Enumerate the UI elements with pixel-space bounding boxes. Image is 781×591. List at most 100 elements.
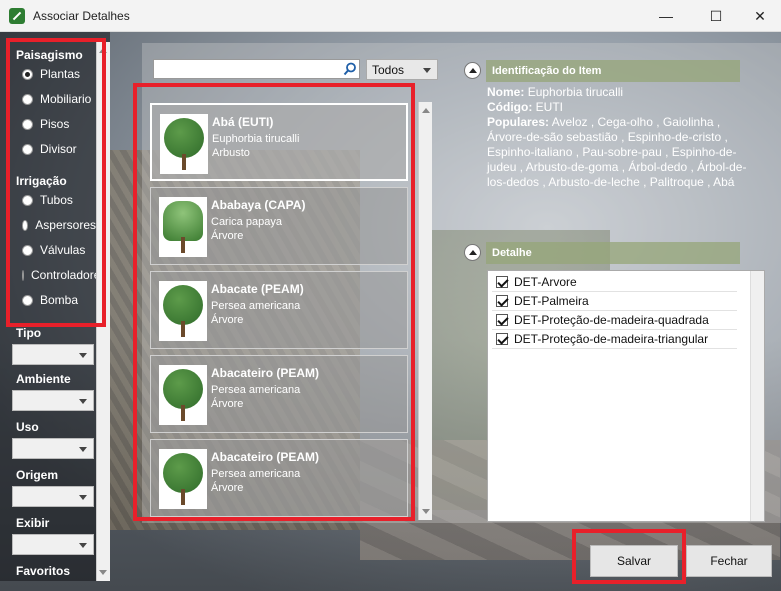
checkbox-checked-icon[interactable] (496, 314, 508, 326)
radio-valvulas[interactable]: Válvulas (22, 243, 85, 257)
radio-icon[interactable] (22, 118, 33, 130)
collapse-identificacao-icon[interactable] (464, 62, 481, 79)
checkbox-checked-icon[interactable] (496, 295, 508, 307)
radio-plantas[interactable]: Plantas (22, 67, 80, 81)
list-item[interactable]: Abacateiro (PEAM) Persea americana Árvor… (150, 355, 408, 433)
item-name: Abacateiro (PEAM) (211, 366, 320, 380)
info-populares: Populares: Aveloz , Cega-olho , Gaiolinh… (487, 115, 747, 189)
list-item[interactable]: Ababaya (CAPA) Carica papaya Árvore (150, 187, 408, 265)
item-kind: Árvore (211, 482, 244, 494)
tipo-select[interactable] (12, 344, 94, 365)
detalhe-header: Detalhe (486, 242, 740, 264)
item-kind: Árvore (211, 314, 244, 326)
canopy-shape (163, 453, 203, 493)
detail-row[interactable]: DET-Arvore (492, 273, 737, 292)
maximize-button[interactable]: ☐ (693, 0, 739, 32)
radio-controladores[interactable]: Controladores (22, 268, 96, 282)
canopy-shape (163, 369, 203, 409)
tree-thumbnail-icon (159, 449, 207, 509)
ambiente-select[interactable] (12, 390, 94, 411)
item-kind: Árvore (211, 230, 244, 242)
radio-bomba[interactable]: Bomba (22, 293, 78, 307)
shrub-thumbnail-icon (160, 114, 208, 174)
search-input[interactable] (153, 59, 360, 79)
scroll-down-icon[interactable] (422, 509, 430, 514)
radio-mobiliario[interactable]: Mobiliario (22, 92, 91, 106)
salvar-button[interactable]: Salvar (590, 545, 678, 577)
item-name: Abacate (PEAM) (211, 282, 304, 296)
title-bar: Associar Detalhes — ☐ ✕ (0, 0, 781, 32)
uso-select[interactable] (12, 438, 94, 459)
scroll-up-icon[interactable] (422, 108, 430, 113)
favoritos-label: Favoritos (16, 564, 71, 578)
sidebar-scrollbar[interactable] (96, 42, 110, 581)
detail-scrollbar[interactable] (750, 271, 764, 521)
minimize-button[interactable]: — (643, 0, 689, 32)
canopy-shape (163, 285, 203, 325)
tree-thumbnail-icon (159, 281, 207, 341)
item-name: Abá (EUTI) (212, 115, 274, 129)
papaya-thumbnail-icon (159, 197, 207, 257)
list-item[interactable]: Abá (EUTI) Euphorbia tirucalli Arbusto (150, 103, 408, 181)
app-icon (9, 7, 25, 24)
item-kind: Árvore (211, 398, 244, 410)
uso-label: Uso (16, 420, 39, 434)
radio-icon[interactable] (22, 219, 29, 231)
identificacao-header: Identificação do Item (486, 60, 740, 82)
exibir-select[interactable] (12, 534, 94, 555)
radio-aspersores[interactable]: Aspersores (22, 218, 96, 232)
canopy-shape (164, 118, 204, 158)
origem-label: Origem (16, 468, 59, 482)
origem-select[interactable] (12, 486, 94, 507)
detail-row[interactable]: DET-Palmeira (492, 292, 737, 311)
paisagismo-label: Paisagismo (16, 48, 83, 62)
radio-divisor[interactable]: Divisor (22, 142, 77, 156)
irrigacao-label: Irrigação (16, 174, 67, 188)
search-icon[interactable] (343, 62, 357, 76)
radio-icon[interactable] (22, 244, 33, 256)
trunk-shape (181, 489, 185, 505)
detail-list: DET-Arvore DET-Palmeira DET-Proteção-de-… (487, 270, 765, 522)
fechar-button[interactable]: Fechar (686, 545, 772, 577)
item-info: Nome: Euphorbia tirucalli Código: EUTI P… (487, 85, 747, 190)
trunk-shape (181, 405, 185, 421)
radio-tubos[interactable]: Tubos (22, 193, 73, 207)
canopy-shape (163, 201, 203, 241)
window-title: Associar Detalhes (33, 8, 130, 23)
tipo-label: Tipo (16, 326, 42, 340)
info-nome: Nome: Euphorbia tirucalli (487, 85, 624, 99)
list-scrollbar[interactable] (418, 102, 432, 520)
list-item[interactable]: Abacateiro (PEAM) Persea americana Árvor… (150, 439, 408, 517)
list-item[interactable]: Abacate (PEAM) Persea americana Árvore (150, 271, 408, 349)
radio-pisos[interactable]: Pisos (22, 117, 69, 131)
radio-icon[interactable] (22, 143, 33, 155)
item-scientific-name: Persea americana (211, 468, 301, 480)
ambiente-label: Ambiente (16, 372, 71, 386)
item-kind: Arbusto (212, 147, 250, 159)
info-codigo: Código: EUTI (487, 100, 564, 114)
trunk-shape (181, 321, 185, 337)
radio-icon[interactable] (22, 294, 33, 306)
trunk-shape (182, 154, 186, 170)
checkbox-checked-icon[interactable] (496, 276, 508, 288)
radio-icon[interactable] (22, 194, 33, 206)
close-button[interactable]: ✕ (737, 0, 781, 32)
radio-icon[interactable] (22, 93, 33, 105)
scroll-up-icon[interactable] (99, 48, 107, 53)
detail-row[interactable]: DET-Proteção-de-madeira-triangular (492, 330, 737, 349)
collapse-detalhe-icon[interactable] (464, 244, 481, 261)
tree-thumbnail-icon (159, 365, 207, 425)
item-scientific-name: Euphorbia tirucalli (212, 133, 300, 145)
filter-select[interactable]: Todos (366, 59, 438, 80)
radio-selected-icon[interactable] (22, 68, 33, 80)
item-name: Abacateiro (PEAM) (211, 450, 320, 464)
item-scientific-name: Persea americana (211, 300, 301, 312)
checkbox-checked-icon[interactable] (496, 333, 508, 345)
detail-row[interactable]: DET-Proteção-de-madeira-quadrada (492, 311, 737, 330)
scroll-down-icon[interactable] (99, 570, 107, 575)
item-name: Ababaya (CAPA) (211, 198, 306, 212)
radio-icon[interactable] (22, 269, 24, 281)
item-scientific-name: Carica papaya (211, 216, 282, 228)
exibir-label: Exibir (16, 516, 50, 530)
trunk-shape (181, 237, 185, 253)
